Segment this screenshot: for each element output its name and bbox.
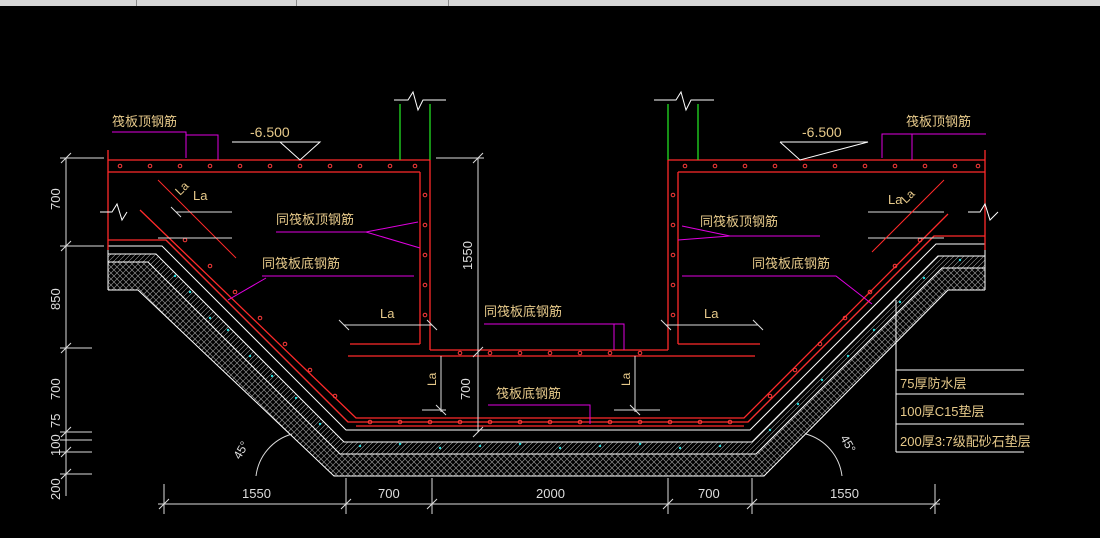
- break-symbol: [654, 90, 714, 112]
- column-right: [654, 90, 714, 160]
- elevation-marker-right: -6.500: [779, 124, 869, 161]
- annotation-same-bottom-center: 同筏板底钢筋: [484, 304, 625, 350]
- svg-text:700: 700: [48, 188, 63, 210]
- annotation-same-bottom-right: 同筏板底钢筋: [682, 256, 873, 305]
- svg-text:700: 700: [378, 486, 400, 501]
- svg-text:700: 700: [698, 486, 720, 501]
- la-top-left: La La: [157, 179, 237, 259]
- annotation-raft-top-right: 筏板顶钢筋: [881, 114, 986, 160]
- svg-text:100: 100: [48, 434, 63, 456]
- svg-text:同筏板顶钢筋: 同筏板顶钢筋: [700, 214, 778, 229]
- svg-text:同筏板顶钢筋: 同筏板顶钢筋: [276, 212, 354, 227]
- la-right-vertical: La: [614, 356, 660, 416]
- annotation-same-top-right: 同筏板顶钢筋: [677, 214, 820, 241]
- cad-drawing-canvas[interactable]: -6.500 -6.500 筏板顶钢筋 筏板顶钢筋 同筏板顶钢筋 同筏板底钢筋 …: [0, 0, 1100, 538]
- legend-c15: 100厚C15垫层: [900, 404, 985, 419]
- svg-text:筏板顶钢筋: 筏板顶钢筋: [112, 114, 177, 129]
- annotation-raft-top-left: 筏板顶钢筋: [112, 114, 219, 160]
- break-symbol-right-edge: [968, 202, 999, 221]
- dimension-bottom-texts: 1550 700 2000 700 1550: [242, 486, 859, 501]
- angle-left: 45°: [230, 433, 293, 477]
- svg-text:2000: 2000: [536, 486, 565, 501]
- angle-right: 45°: [805, 433, 859, 477]
- svg-text:La: La: [425, 372, 439, 386]
- svg-text:75: 75: [48, 414, 63, 428]
- svg-text:同筏板底钢筋: 同筏板底钢筋: [262, 256, 340, 271]
- svg-text:700: 700: [48, 378, 63, 400]
- svg-text:45°: 45°: [837, 433, 858, 456]
- svg-text:850: 850: [48, 288, 63, 310]
- dimension-left-texts: 700 850 700 75 100 200: [48, 188, 63, 500]
- elevation-label: -6.500: [802, 124, 842, 140]
- svg-text:La: La: [704, 306, 719, 321]
- svg-text:La: La: [172, 179, 192, 199]
- dimension-inner-height-label: 700: [458, 378, 473, 400]
- dimension-pit-depth-label: 1550: [460, 241, 475, 270]
- legend-sand-gravel: 200厚3:7级配砂石垫层: [900, 434, 1031, 449]
- svg-text:La: La: [380, 306, 395, 321]
- la-right-horizontal: La: [660, 306, 764, 331]
- annotation-same-top-left: 同筏板顶钢筋: [276, 212, 421, 249]
- annotation-same-bottom-left: 同筏板底钢筋: [227, 256, 414, 301]
- elevation-label: -6.500: [250, 124, 290, 140]
- break-symbol: [394, 90, 446, 112]
- svg-text:同筏板底钢筋: 同筏板底钢筋: [752, 256, 830, 271]
- svg-text:同筏板底钢筋: 同筏板底钢筋: [484, 304, 562, 319]
- svg-text:200: 200: [48, 478, 63, 500]
- break-symbol-left-edge: [100, 202, 128, 222]
- la-left-horizontal: La: [338, 306, 438, 331]
- svg-text:45°: 45°: [230, 439, 251, 462]
- svg-text:筏板顶钢筋: 筏板顶钢筋: [906, 114, 971, 129]
- la-top-right: La La: [868, 179, 945, 253]
- elevation-marker-left: -6.500: [232, 124, 322, 161]
- svg-text:La: La: [619, 372, 633, 386]
- svg-text:筏板底钢筋: 筏板底钢筋: [496, 386, 561, 401]
- svg-text:1550: 1550: [830, 486, 859, 501]
- column-left: [394, 90, 446, 160]
- la-left-vertical: La: [422, 356, 447, 416]
- svg-text:La: La: [193, 188, 208, 203]
- dimension-left-vertical: [60, 152, 104, 496]
- legend-waterproof: 75厚防水层: [900, 376, 966, 391]
- svg-text:1550: 1550: [242, 486, 271, 501]
